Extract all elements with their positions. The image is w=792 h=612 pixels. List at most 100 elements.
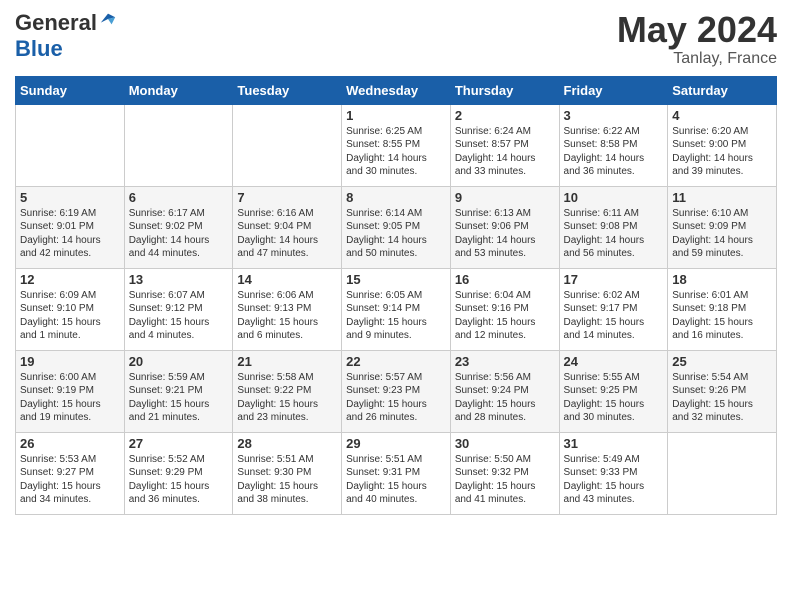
day-number: 4 [672, 108, 772, 123]
day-info: Sunrise: 5:58 AMSunset: 9:22 PMDaylight:… [237, 371, 337, 425]
title-section: May 2024 Tanlay, France [617, 10, 777, 68]
weekday-header-sunday: Sunday [16, 76, 125, 104]
logo-bird-icon [99, 10, 117, 28]
calendar-cell: 8 Sunrise: 6:14 AMSunset: 9:05 PMDaylight… [342, 186, 451, 268]
day-info: Sunrise: 6:07 AMSunset: 9:12 PMDaylight:… [129, 289, 229, 343]
day-number: 5 [20, 190, 120, 205]
day-number: 11 [672, 190, 772, 205]
calendar-cell: 15 Sunrise: 6:05 AMSunset: 9:14 PMDayligh… [342, 268, 451, 350]
weekday-header-tuesday: Tuesday [233, 76, 342, 104]
header: General Blue May 2024 Tanlay, France [15, 10, 777, 68]
day-number: 16 [455, 272, 555, 287]
calendar-cell: 19 Sunrise: 6:00 AMSunset: 9:19 PMDayligh… [16, 350, 125, 432]
day-info: Sunrise: 6:22 AMSunset: 8:58 PMDaylight:… [564, 125, 664, 179]
month-title: May 2024 [617, 10, 777, 50]
day-info: Sunrise: 5:51 AMSunset: 9:31 PMDaylight:… [346, 453, 446, 507]
day-info: Sunrise: 6:02 AMSunset: 9:17 PMDaylight:… [564, 289, 664, 343]
day-info: Sunrise: 6:10 AMSunset: 9:09 PMDaylight:… [672, 207, 772, 261]
day-number: 29 [346, 436, 446, 451]
day-number: 7 [237, 190, 337, 205]
calendar-cell: 22 Sunrise: 5:57 AMSunset: 9:23 PMDayligh… [342, 350, 451, 432]
calendar-cell: 29 Sunrise: 5:51 AMSunset: 9:31 PMDayligh… [342, 432, 451, 514]
calendar-cell: 5 Sunrise: 6:19 AMSunset: 9:01 PMDaylight… [16, 186, 125, 268]
calendar-cell: 10Sunrise: 6:11 AMSunset: 9:08 PMDayligh… [559, 186, 668, 268]
calendar-cell: 2 Sunrise: 6:24 AMSunset: 8:57 PMDaylight… [450, 104, 559, 186]
calendar-cell [668, 432, 777, 514]
calendar-cell [124, 104, 233, 186]
day-info: Sunrise: 6:20 AMSunset: 9:00 PMDaylight:… [672, 125, 772, 179]
calendar-cell: 20Sunrise: 5:59 AMSunset: 9:21 PMDayligh… [124, 350, 233, 432]
day-info: Sunrise: 6:06 AMSunset: 9:13 PMDaylight:… [237, 289, 337, 343]
calendar-cell: 31 Sunrise: 5:49 AMSunset: 9:33 PMDayligh… [559, 432, 668, 514]
calendar-cell: 25Sunrise: 5:54 AMSunset: 9:26 PMDayligh… [668, 350, 777, 432]
calendar-cell: 1Sunrise: 6:25 AMSunset: 8:55 PMDaylight… [342, 104, 451, 186]
day-number: 28 [237, 436, 337, 451]
day-number: 1 [346, 108, 446, 123]
calendar: SundayMondayTuesdayWednesdayThursdayFrid… [15, 76, 777, 515]
day-info: Sunrise: 6:01 AMSunset: 9:18 PMDaylight:… [672, 289, 772, 343]
day-info: Sunrise: 5:57 AMSunset: 9:23 PMDaylight:… [346, 371, 446, 425]
weekday-header-monday: Monday [124, 76, 233, 104]
calendar-cell: 3 Sunrise: 6:22 AMSunset: 8:58 PMDaylight… [559, 104, 668, 186]
day-number: 17 [564, 272, 664, 287]
day-number: 14 [237, 272, 337, 287]
calendar-cell: 26Sunrise: 5:53 AMSunset: 9:27 PMDayligh… [16, 432, 125, 514]
calendar-cell: 7 Sunrise: 6:16 AMSunset: 9:04 PMDaylight… [233, 186, 342, 268]
day-number: 18 [672, 272, 772, 287]
day-number: 13 [129, 272, 229, 287]
calendar-cell: 4 Sunrise: 6:20 AMSunset: 9:00 PMDaylight… [668, 104, 777, 186]
weekday-header-saturday: Saturday [668, 76, 777, 104]
day-info: Sunrise: 5:54 AMSunset: 9:26 PMDaylight:… [672, 371, 772, 425]
day-info: Sunrise: 6:24 AMSunset: 8:57 PMDaylight:… [455, 125, 555, 179]
day-number: 27 [129, 436, 229, 451]
calendar-cell: 28Sunrise: 5:51 AMSunset: 9:30 PMDayligh… [233, 432, 342, 514]
location: Tanlay, France [617, 50, 777, 68]
day-info: Sunrise: 6:04 AMSunset: 9:16 PMDaylight:… [455, 289, 555, 343]
weekday-header-thursday: Thursday [450, 76, 559, 104]
day-info: Sunrise: 6:09 AMSunset: 9:10 PMDaylight:… [20, 289, 120, 343]
day-info: Sunrise: 5:50 AMSunset: 9:32 PMDaylight:… [455, 453, 555, 507]
day-number: 19 [20, 354, 120, 369]
calendar-cell: 9 Sunrise: 6:13 AMSunset: 9:06 PMDaylight… [450, 186, 559, 268]
calendar-cell: 16 Sunrise: 6:04 AMSunset: 9:16 PMDayligh… [450, 268, 559, 350]
logo-general-text: General [15, 10, 97, 36]
day-info: Sunrise: 6:00 AMSunset: 9:19 PMDaylight:… [20, 371, 120, 425]
day-info: Sunrise: 6:16 AMSunset: 9:04 PMDaylight:… [237, 207, 337, 261]
day-number: 2 [455, 108, 555, 123]
day-number: 31 [564, 436, 664, 451]
day-number: 26 [20, 436, 120, 451]
day-info: Sunrise: 6:19 AMSunset: 9:01 PMDaylight:… [20, 207, 120, 261]
calendar-cell: 30Sunrise: 5:50 AMSunset: 9:32 PMDayligh… [450, 432, 559, 514]
day-number: 22 [346, 354, 446, 369]
calendar-cell [233, 104, 342, 186]
day-info: Sunrise: 6:17 AMSunset: 9:02 PMDaylight:… [129, 207, 229, 261]
day-number: 15 [346, 272, 446, 287]
day-info: Sunrise: 5:56 AMSunset: 9:24 PMDaylight:… [455, 371, 555, 425]
day-number: 21 [237, 354, 337, 369]
calendar-cell: 13 Sunrise: 6:07 AMSunset: 9:12 PMDayligh… [124, 268, 233, 350]
calendar-cell: 18 Sunrise: 6:01 AMSunset: 9:18 PMDayligh… [668, 268, 777, 350]
day-info: Sunrise: 5:49 AMSunset: 9:33 PMDaylight:… [564, 453, 664, 507]
day-number: 8 [346, 190, 446, 205]
calendar-cell: 23 Sunrise: 5:56 AMSunset: 9:24 PMDayligh… [450, 350, 559, 432]
day-info: Sunrise: 5:59 AMSunset: 9:21 PMDaylight:… [129, 371, 229, 425]
day-number: 9 [455, 190, 555, 205]
calendar-cell: 27 Sunrise: 5:52 AMSunset: 9:29 PMDayligh… [124, 432, 233, 514]
day-number: 23 [455, 354, 555, 369]
day-number: 10 [564, 190, 664, 205]
logo: General Blue [15, 10, 117, 62]
day-number: 3 [564, 108, 664, 123]
day-info: Sunrise: 5:52 AMSunset: 9:29 PMDaylight:… [129, 453, 229, 507]
calendar-cell: 6Sunrise: 6:17 AMSunset: 9:02 PMDaylight… [124, 186, 233, 268]
calendar-cell: 14 Sunrise: 6:06 AMSunset: 9:13 PMDayligh… [233, 268, 342, 350]
day-number: 24 [564, 354, 664, 369]
calendar-cell: 17 Sunrise: 6:02 AMSunset: 9:17 PMDayligh… [559, 268, 668, 350]
day-info: Sunrise: 6:05 AMSunset: 9:14 PMDaylight:… [346, 289, 446, 343]
calendar-cell [16, 104, 125, 186]
weekday-header-wednesday: Wednesday [342, 76, 451, 104]
page: General Blue May 2024 Tanlay, France Sun… [0, 0, 792, 530]
day-info: Sunrise: 5:55 AMSunset: 9:25 PMDaylight:… [564, 371, 664, 425]
day-info: Sunrise: 6:13 AMSunset: 9:06 PMDaylight:… [455, 207, 555, 261]
day-info: Sunrise: 6:14 AMSunset: 9:05 PMDaylight:… [346, 207, 446, 261]
weekday-header-friday: Friday [559, 76, 668, 104]
